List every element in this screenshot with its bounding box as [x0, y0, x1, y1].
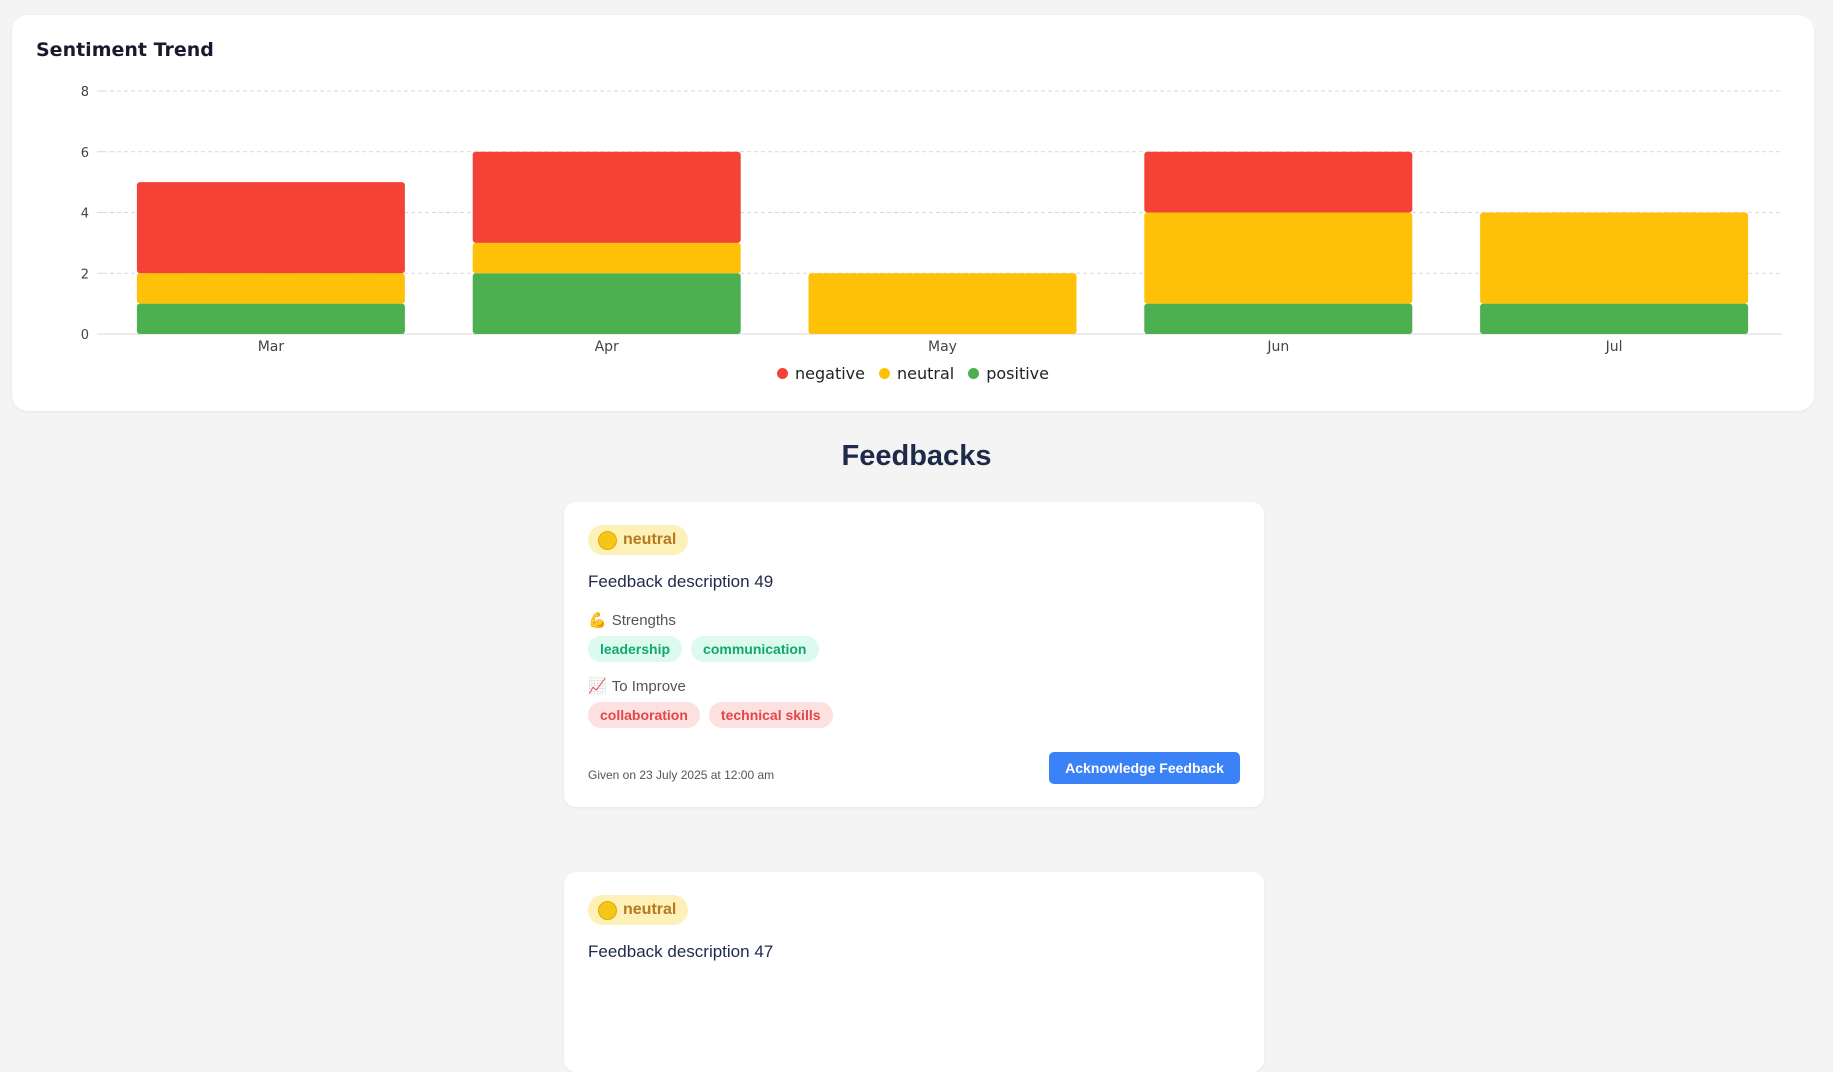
strength-chip: communication — [691, 636, 819, 662]
bar-segment-positive[interactable] — [1144, 303, 1413, 334]
improve-chips: collaboration technical skills — [588, 702, 833, 728]
sentiment-chart: 0 2 4 6 8 Mar Apr May Jun Jul — [81, 85, 1782, 355]
bar-segment-positive[interactable] — [1480, 303, 1749, 334]
y-tick-label: 2 — [81, 267, 89, 282]
legend-dot-negative — [777, 368, 788, 379]
bar-segment-negative[interactable] — [136, 182, 405, 274]
x-tick-label: Apr — [595, 339, 619, 355]
legend-label-negative: negative — [795, 364, 865, 383]
bar-segment-positive[interactable] — [136, 303, 405, 334]
bar-segment-neutral[interactable] — [808, 273, 1077, 334]
x-tick-label: May — [928, 339, 957, 355]
feedback-card: neutral Feedback description 49 💪 Streng… — [564, 502, 1264, 807]
feedback-description: Feedback description 49 — [588, 572, 774, 591]
strengths-label: Strengths — [611, 611, 676, 629]
sentiment-label: neutral — [623, 531, 677, 548]
strength-chip: leadership — [588, 636, 683, 662]
bar-segment-neutral[interactable] — [136, 273, 405, 304]
legend-item-positive[interactable]: positive — [968, 364, 1049, 383]
y-tick-label: 8 — [81, 85, 89, 100]
neutral-circle-icon — [598, 900, 617, 920]
improve-section-label: 📈 To Improve — [588, 677, 686, 696]
feedback-card: neutral Feedback description 47 — [564, 872, 1264, 1072]
improve-label: To Improve — [611, 677, 686, 695]
strengths-chips: leadership communication — [588, 636, 819, 662]
x-tick-label: Jun — [1266, 339, 1289, 355]
bar-segment-negative[interactable] — [472, 151, 741, 243]
improve-chip: collaboration — [588, 702, 700, 728]
improve-chip: technical skills — [708, 702, 833, 728]
x-tick-label: Jul — [1605, 339, 1623, 355]
legend-item-neutral[interactable]: neutral — [878, 364, 955, 383]
strengths-section-label: 💪 Strengths — [588, 611, 676, 630]
legend-label-positive: positive — [986, 364, 1049, 383]
flexed-biceps-icon: 💪 — [588, 612, 607, 629]
sentiment-badge: neutral — [588, 525, 689, 555]
feedback-description: Feedback description 47 — [588, 942, 774, 961]
bar-segment-positive[interactable] — [472, 273, 741, 334]
y-tick-label: 4 — [81, 207, 89, 222]
legend-item-negative[interactable]: negative — [777, 364, 865, 383]
legend-dot-neutral — [878, 368, 890, 379]
bar-segment-neutral[interactable] — [1480, 212, 1749, 304]
legend-dot-positive — [968, 368, 980, 379]
x-tick-label: Mar — [258, 339, 285, 355]
y-tick-label: 0 — [81, 328, 89, 343]
legend-label-neutral: neutral — [896, 364, 955, 383]
sentiment-badge: neutral — [588, 895, 689, 925]
bar-segment-negative[interactable] — [1144, 151, 1413, 213]
given-date: Given on 23 July 2025 at 12:00 am — [588, 768, 775, 782]
y-tick-label: 6 — [81, 146, 89, 161]
acknowledge-feedback-button[interactable]: Acknowledge Feedback — [1049, 752, 1240, 784]
chart-increasing-icon: 📈 — [588, 678, 607, 695]
sentiment-label: neutral — [623, 901, 677, 918]
neutral-circle-icon — [598, 530, 617, 550]
bar-segment-neutral[interactable] — [1144, 212, 1413, 304]
feedbacks-heading: Feedbacks — [841, 440, 992, 472]
sentiment-trend-card: Sentiment Trend 0 2 4 6 8 Mar Apr May Jun Jul neg… — [12, 15, 1814, 411]
bar-segment-neutral[interactable] — [472, 242, 741, 274]
chart-legend: negative neutral positive — [12, 364, 1814, 383]
